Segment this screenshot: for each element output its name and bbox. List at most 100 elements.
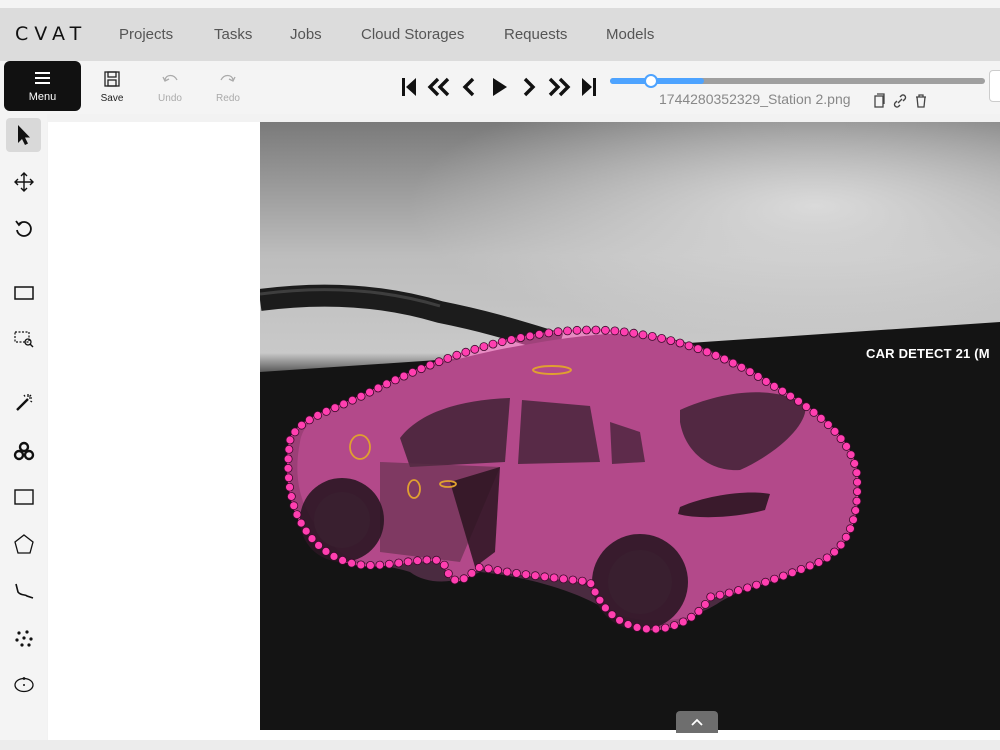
polygon-vertex[interactable] — [805, 561, 815, 571]
polygon-vertex[interactable] — [814, 558, 824, 567]
polygon-vertex[interactable] — [307, 534, 317, 544]
polygon-vertex[interactable] — [590, 587, 600, 597]
polygon-vertex[interactable] — [461, 347, 471, 357]
polygon-vertex[interactable] — [660, 623, 670, 633]
polygon-vertex[interactable] — [563, 326, 572, 336]
polygon-vertex[interactable] — [852, 496, 862, 506]
polygon-vertex[interactable] — [348, 395, 357, 405]
nav-jobs[interactable]: Jobs — [290, 26, 322, 43]
polygon-vertex[interactable] — [467, 568, 477, 578]
polygon-vertex[interactable] — [296, 518, 306, 528]
polygon-vertex[interactable] — [675, 338, 685, 348]
polygon-vertex[interactable] — [413, 556, 422, 566]
back-fast-button[interactable] — [424, 72, 454, 102]
polygon-vertex[interactable] — [356, 560, 366, 570]
cvat-logo[interactable]: CVAT — [15, 23, 87, 45]
polygon-vertex[interactable] — [365, 387, 374, 397]
polygon-vertex[interactable] — [443, 569, 453, 579]
polygon-vertex[interactable] — [769, 381, 779, 391]
forward-fast-button[interactable] — [544, 72, 574, 102]
points-tool[interactable] — [6, 621, 41, 655]
magic-wand-tool[interactable] — [6, 386, 41, 420]
polygon-vertex[interactable] — [853, 487, 862, 497]
polygon-vertex[interactable] — [431, 555, 441, 565]
polygon-vertex[interactable] — [422, 555, 432, 565]
polygon-vertex[interactable] — [836, 540, 846, 550]
nav-requests[interactable]: Requests — [504, 26, 567, 43]
polygon-vertex[interactable] — [305, 415, 314, 425]
polygon-vertex[interactable] — [728, 358, 738, 368]
polygon-vertex[interactable] — [339, 399, 349, 409]
polygon-vertex[interactable] — [678, 617, 688, 627]
next-frame-button[interactable] — [514, 72, 544, 102]
polygon-vertex[interactable] — [314, 540, 323, 550]
polygon-vertex[interactable] — [702, 347, 712, 357]
last-frame-button[interactable] — [574, 72, 604, 102]
polygon-vertex[interactable] — [779, 571, 788, 581]
save-button[interactable]: Save — [92, 67, 132, 107]
polygon-vertex[interactable] — [289, 501, 299, 511]
polygon-vertex[interactable] — [778, 386, 787, 396]
polygon-vertex[interactable] — [694, 606, 704, 616]
polygon-vertex[interactable] — [375, 560, 385, 570]
polygon-vertex[interactable] — [623, 620, 633, 629]
polygon-vertex[interactable] — [416, 364, 426, 374]
polygon-vertex[interactable] — [666, 336, 676, 346]
polygon-vertex[interactable] — [286, 492, 296, 501]
polygon-vertex[interactable] — [572, 325, 582, 335]
polygon-vertex[interactable] — [745, 367, 755, 377]
fit-image-tool[interactable] — [6, 276, 41, 310]
first-frame-button[interactable] — [394, 72, 424, 102]
polygon-vertex[interactable] — [600, 603, 610, 613]
polygon-vertex[interactable] — [459, 574, 469, 584]
polygon-vertex[interactable] — [852, 468, 862, 478]
polygon-vertex[interactable] — [607, 610, 617, 620]
nav-cloud-storages[interactable]: Cloud Storages — [361, 26, 464, 43]
polygon-vertex[interactable] — [297, 420, 306, 430]
polygon-vertex[interactable] — [851, 506, 860, 515]
polygon-vertex[interactable] — [761, 577, 770, 587]
polygon-vertex[interactable] — [479, 342, 489, 352]
polygon-vertex[interactable] — [801, 402, 811, 412]
polygon-vertex[interactable] — [830, 547, 839, 557]
polygon-vertex[interactable] — [313, 410, 323, 420]
polygon-vertex[interactable] — [493, 566, 503, 575]
nav-tasks[interactable]: Tasks — [214, 26, 252, 43]
polygon-vertex[interactable] — [425, 360, 435, 370]
polygon-vertex[interactable] — [577, 576, 587, 586]
cursor-tool[interactable] — [6, 118, 41, 152]
polygon-vertex[interactable] — [641, 624, 651, 634]
polygon-vertex[interactable] — [638, 330, 648, 340]
polygon-vertex[interactable] — [382, 379, 392, 389]
polygon-vertex[interactable] — [439, 560, 449, 570]
polygon-vertex[interactable] — [568, 575, 578, 585]
polygon-vertex[interactable] — [657, 333, 667, 343]
polygon-vertex[interactable] — [615, 615, 625, 625]
polygon-vertex[interactable] — [753, 372, 763, 381]
polygon-vertex[interactable] — [452, 350, 462, 360]
polygon-vertex[interactable] — [284, 444, 294, 454]
polygon-vertex[interactable] — [706, 592, 716, 602]
polygon-vertex[interactable] — [787, 568, 797, 578]
polygon-vertex[interactable] — [822, 553, 832, 563]
polygon-vertex[interactable] — [610, 326, 620, 336]
polygon-vertex[interactable] — [684, 341, 694, 351]
polygon-vertex[interactable] — [347, 558, 356, 568]
polygon-vertex[interactable] — [390, 375, 400, 385]
polygon-vertex[interactable] — [553, 327, 563, 337]
polygon-vertex[interactable] — [853, 477, 862, 487]
polygon-vertex[interactable] — [715, 590, 725, 600]
polygon-tool[interactable] — [6, 527, 41, 561]
polygon-vertex[interactable] — [470, 344, 480, 354]
polygon-vertex[interactable] — [292, 510, 302, 520]
polygon-vertex[interactable] — [559, 574, 568, 584]
polygon-vertex[interactable] — [338, 555, 347, 565]
polygon-vertex[interactable] — [632, 622, 642, 632]
polygon-vertex[interactable] — [600, 325, 610, 335]
polygon-vertex[interactable] — [544, 328, 554, 338]
polygon-vertex[interactable] — [761, 377, 771, 386]
polygon-vertex[interactable] — [525, 331, 535, 341]
polygon-vertex[interactable] — [321, 546, 331, 556]
polygon-vertex[interactable] — [794, 396, 803, 406]
polygon-vertex[interactable] — [724, 588, 734, 598]
